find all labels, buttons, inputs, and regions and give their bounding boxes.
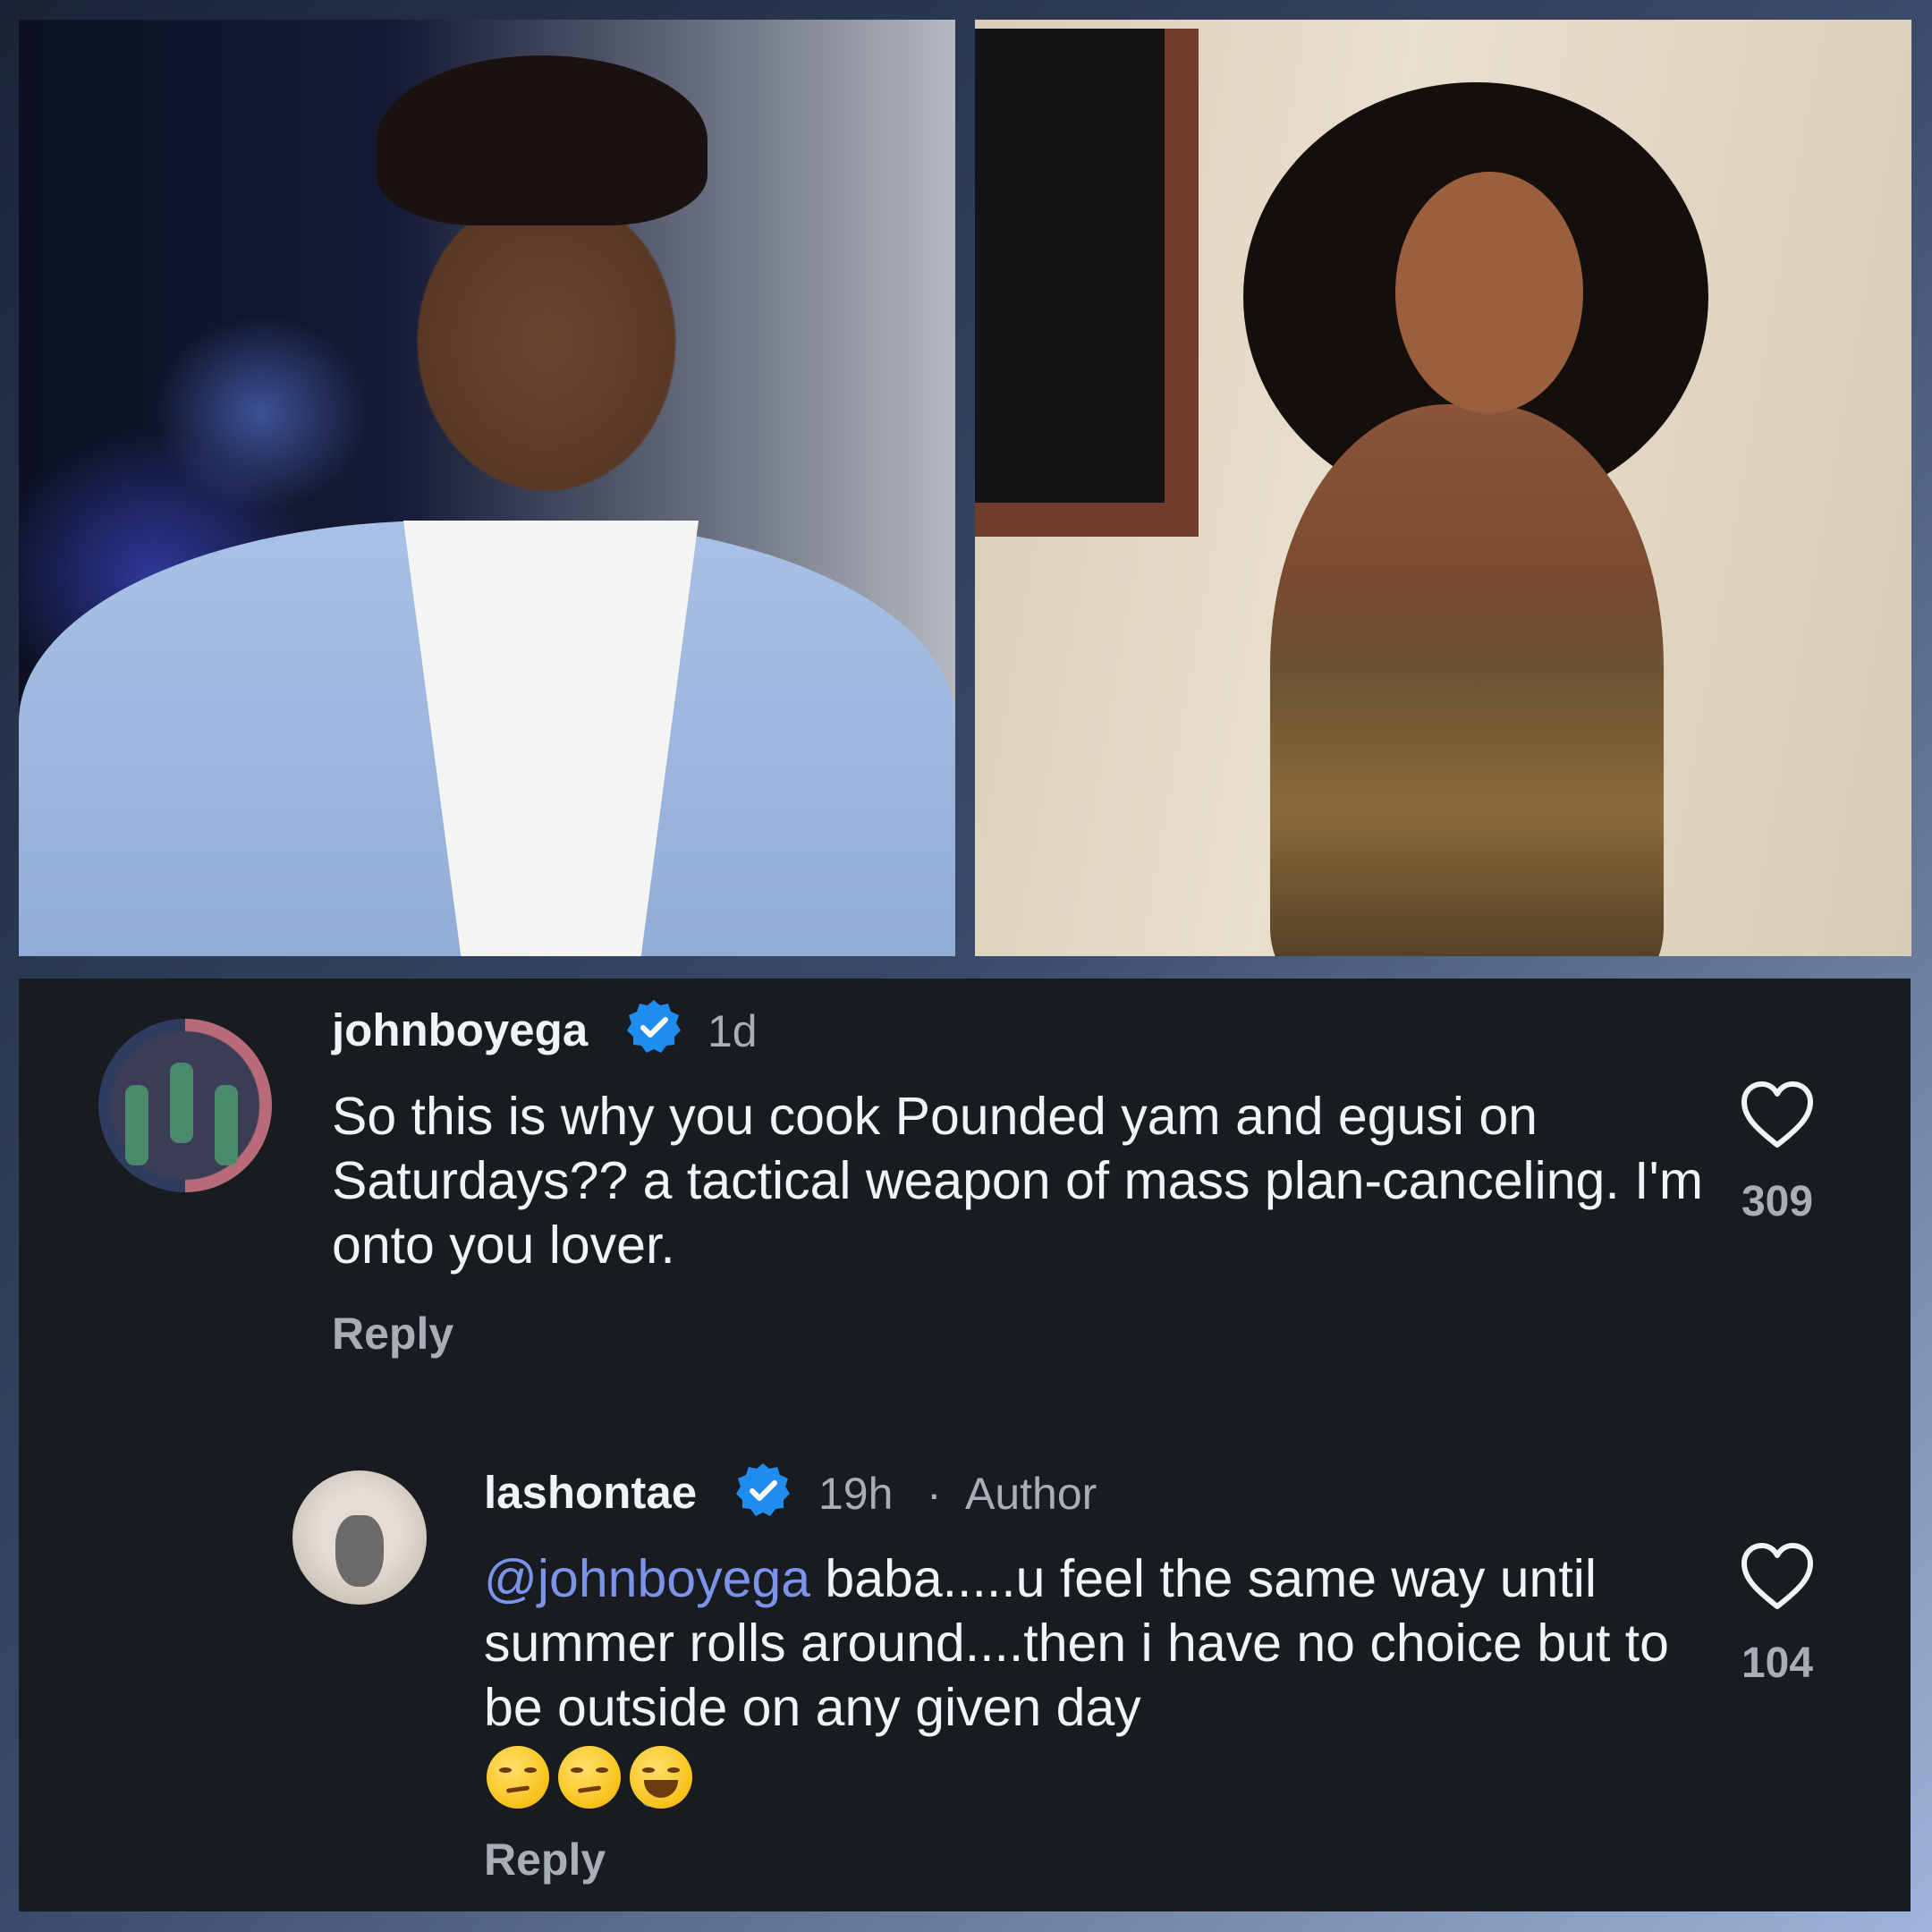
comment-username[interactable]: johnboyega	[332, 1004, 588, 1056]
comment-timestamp: 1d	[708, 1006, 758, 1056]
reply-button[interactable]: Reply	[484, 1834, 606, 1885]
reply-timestamp: 19h	[818, 1469, 894, 1519]
emoji-row	[487, 1746, 701, 1814]
like-heart-icon[interactable]	[1739, 1540, 1816, 1612]
like-heart-icon[interactable]	[1739, 1079, 1816, 1150]
photo-right-frame	[975, 29, 1199, 537]
photo-right	[975, 20, 1911, 956]
mention-link[interactable]: @johnboyega	[484, 1549, 810, 1608]
avatar[interactable]	[98, 1019, 272, 1192]
verified-badge-icon	[627, 1000, 681, 1053]
avatar-figure	[125, 1085, 148, 1165]
comments-panel: johnboyega 1d So this is why you cook Po…	[19, 979, 1911, 1911]
reply-username[interactable]: lashontae	[484, 1466, 697, 1519]
verified-badge-icon	[736, 1463, 790, 1516]
photo-right-face	[1395, 172, 1583, 413]
comment-text: So this is why you cook Pounded yam and …	[332, 1087, 1703, 1275]
photo-right-dress	[1270, 404, 1664, 956]
reply-button[interactable]: Reply	[332, 1308, 453, 1360]
avatar-figure	[215, 1085, 238, 1165]
like-count: 104	[1741, 1640, 1814, 1687]
photo-left-hair	[377, 55, 708, 225]
unamused-face-icon	[487, 1746, 549, 1809]
unamused-face-icon	[558, 1746, 621, 1809]
avatar[interactable]	[292, 1470, 427, 1605]
face-with-tears-of-joy-icon	[630, 1746, 692, 1809]
like-count: 309	[1741, 1178, 1814, 1225]
meta-separator: ·	[927, 1469, 942, 1519]
avatar-figure	[170, 1063, 193, 1143]
author-label: Author	[965, 1469, 1097, 1519]
reply-text: @johnboyega baba.....u feel the same way…	[484, 1546, 1718, 1740]
photo-left	[19, 20, 955, 956]
avatar-cat	[335, 1515, 384, 1587]
